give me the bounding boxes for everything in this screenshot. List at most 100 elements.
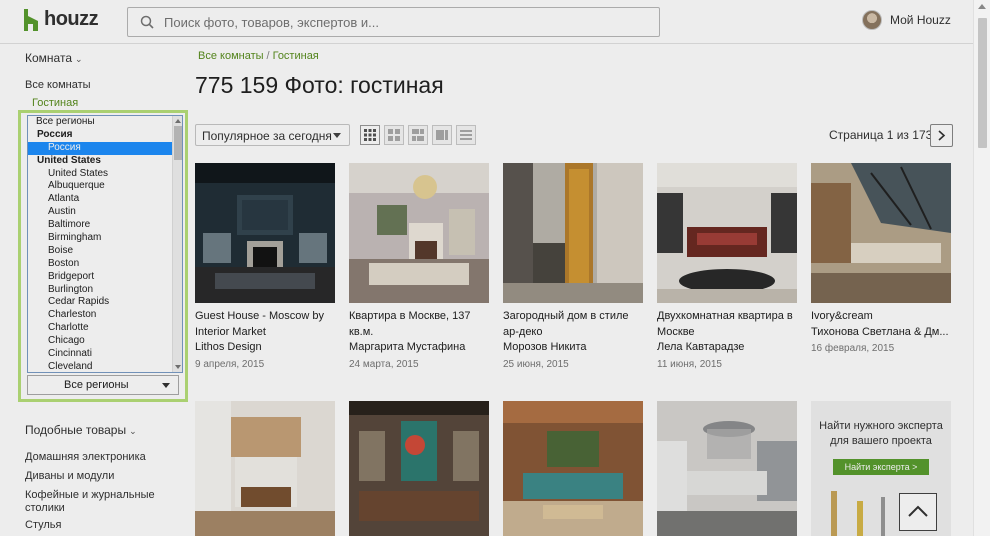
region-option[interactable]: Cedar Rapids — [28, 296, 172, 309]
breadcrumb-all-rooms[interactable]: Все комнаты — [198, 50, 264, 62]
list-view-button[interactable] — [456, 125, 476, 145]
photo-card[interactable] — [195, 401, 335, 536]
grid-small-icon — [364, 129, 376, 141]
region-dropdown-list[interactable]: Все регионы Россия Россия United States Unit… — [27, 115, 183, 373]
room-filter-heading[interactable]: Комната ⌄ — [25, 51, 83, 65]
photo-card[interactable]: Двухкомнатная квартира в Москве Лела Кав… — [657, 163, 797, 370]
region-option[interactable]: Albuquerque — [28, 180, 172, 193]
grid-medium-view-button[interactable] — [384, 125, 404, 145]
photo-title[interactable]: Guest House - Moscow by Interior Market — [195, 309, 335, 340]
photo-author[interactable]: Маргарита Мустафина — [349, 340, 489, 356]
scroll-up-arrow-icon[interactable] — [978, 4, 986, 9]
avatar[interactable] — [862, 10, 882, 30]
photo-thumbnail[interactable] — [195, 401, 335, 536]
photo-author[interactable]: Морозов Никита — [503, 340, 643, 356]
room-photo-image — [657, 163, 797, 303]
chevron-right-icon — [938, 130, 946, 141]
region-option[interactable]: Baltimore — [28, 219, 172, 232]
photo-card[interactable]: Guest House - Moscow by Interior Market … — [195, 163, 335, 370]
region-option[interactable]: United States — [28, 168, 172, 181]
photo-author[interactable]: Лела Кавтарадзе — [657, 340, 797, 356]
photo-author[interactable]: Тихонова Светлана & Дм... — [811, 325, 951, 341]
photo-card[interactable] — [503, 401, 643, 536]
dropdown-scroll-thumb[interactable] — [174, 126, 182, 160]
houzz-logo[interactable]: houzz — [24, 8, 99, 31]
region-select-value: Все регионы — [64, 379, 129, 391]
photo-thumbnail[interactable] — [503, 401, 643, 536]
region-option[interactable]: Chicago — [28, 335, 172, 348]
photo-title[interactable]: Ivory&cream — [811, 309, 951, 325]
mosaic-view-button[interactable] — [408, 125, 428, 145]
photo-date: 24 марта, 2015 — [349, 358, 419, 370]
region-select[interactable]: Все регионы — [27, 375, 179, 395]
region-filter-highlight: Все регионы Россия Россия United States Unit… — [18, 110, 188, 402]
region-option[interactable]: Cleveland — [28, 361, 172, 372]
photo-date: 25 июня, 2015 — [503, 358, 569, 370]
region-option[interactable]: Boston — [28, 258, 172, 271]
photo-thumbnail[interactable] — [349, 163, 489, 303]
photo-thumbnail[interactable] — [503, 163, 643, 303]
photo-card[interactable]: Ivory&cream Тихонова Светлана & Дм... 16… — [811, 163, 951, 354]
photo-card[interactable] — [657, 401, 797, 536]
region-option[interactable]: Atlanta — [28, 193, 172, 206]
search-input[interactable] — [164, 14, 644, 30]
photo-title[interactable]: Двухкомнатная квартира в Москве — [657, 309, 797, 340]
photo-author[interactable]: Lithos Design — [195, 340, 335, 356]
sidebar-item-all-rooms[interactable]: Все комнаты — [25, 79, 91, 91]
search-icon — [140, 15, 154, 29]
page-scrollbar[interactable] — [973, 0, 990, 536]
my-houzz-link[interactable]: Мой Houzz — [890, 13, 951, 27]
region-option[interactable]: Charleston — [28, 309, 172, 322]
breadcrumb-living-room[interactable]: Гостиная — [273, 50, 319, 62]
region-option[interactable]: Boise — [28, 245, 172, 258]
chevron-down-icon: ⌄ — [75, 54, 83, 64]
room-photo-image — [195, 163, 335, 303]
sidebar-item-living-room[interactable]: Гостиная — [32, 97, 78, 109]
caret-down-icon — [162, 383, 170, 388]
sort-select[interactable]: Популярное за сегодня — [195, 124, 350, 146]
pagination-label: Страница 1 из 173 — [829, 128, 933, 142]
photo-title[interactable]: Загородный дом в стиле ар-деко — [503, 309, 643, 340]
back-to-top-button[interactable] — [899, 493, 937, 531]
sidebar-item-electronics[interactable]: Домашняя электроника — [25, 451, 146, 463]
page-scroll-thumb[interactable] — [978, 18, 987, 148]
sidebar-item-coffee-tables[interactable]: Кофейные и журнальные — [25, 489, 155, 501]
grid-medium-icon — [388, 129, 400, 141]
region-option[interactable]: Все регионы — [28, 116, 172, 129]
photo-card[interactable]: Квартира в Москве, 137 кв.м. Маргарита М… — [349, 163, 489, 370]
user-menu[interactable]: Мой Houzz — [862, 10, 951, 30]
dropdown-scrollbar[interactable] — [172, 116, 182, 372]
region-option[interactable]: Birmingham — [28, 232, 172, 245]
products-heading[interactable]: Подобные товары ⌄ — [25, 423, 137, 437]
scroll-up-arrow-icon[interactable] — [175, 119, 181, 123]
breadcrumb-separator: / — [266, 50, 270, 62]
photo-thumbnail[interactable] — [195, 163, 335, 303]
breadcrumb: Все комнаты / Гостиная — [198, 50, 319, 62]
photo-card[interactable]: Загородный дом в стиле ар-деко Морозов Н… — [503, 163, 643, 370]
region-option[interactable]: Austin — [28, 206, 172, 219]
search-box[interactable] — [127, 7, 660, 37]
grid-small-view-button[interactable] — [360, 125, 380, 145]
region-option[interactable]: Cincinnati — [28, 348, 172, 361]
region-options: Все регионы Россия Россия United States Unit… — [28, 116, 172, 372]
photo-title[interactable]: Квартира в Москве, 137 кв.м. — [349, 309, 489, 340]
room-photo-image — [349, 163, 489, 303]
region-option[interactable]: Charlotte — [28, 322, 172, 335]
photo-card[interactable] — [349, 401, 489, 536]
photo-thumbnail[interactable] — [349, 401, 489, 536]
region-option[interactable]: Bridgeport — [28, 271, 172, 284]
room-photo-image — [349, 401, 489, 536]
sidebar-item-chairs[interactable]: Стулья — [25, 519, 61, 531]
photo-thumbnail[interactable] — [811, 163, 951, 303]
next-page-button[interactable] — [930, 124, 953, 147]
sidebar-item-coffee-tables-cont[interactable]: столики — [25, 502, 65, 514]
logo-text: houzz — [44, 8, 99, 30]
sidebar-item-sofas[interactable]: Диваны и модули — [25, 470, 114, 482]
region-option[interactable]: Burlington — [28, 284, 172, 297]
photo-thumbnail[interactable] — [657, 163, 797, 303]
region-option[interactable]: Россия — [28, 141, 172, 155]
large-view-button[interactable] — [432, 125, 452, 145]
photo-thumbnail[interactable] — [657, 401, 797, 536]
room-photo-image — [811, 163, 951, 303]
scroll-down-arrow-icon[interactable] — [175, 365, 181, 369]
